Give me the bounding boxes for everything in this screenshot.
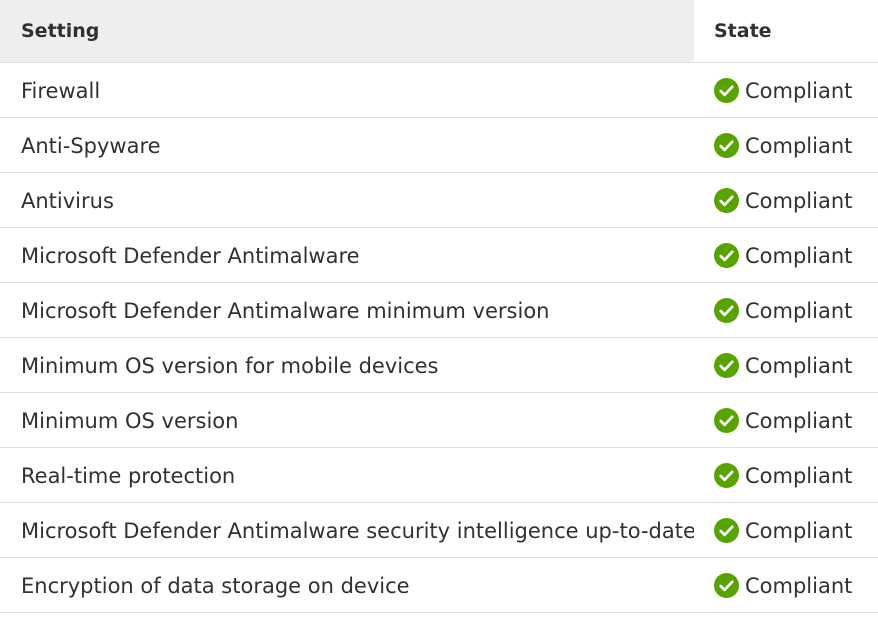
table-row: Real-time protection Compliant [0, 448, 878, 503]
setting-name: Minimum OS version for mobile devices [21, 353, 439, 378]
table-row: Firewall Compliant [0, 63, 878, 118]
setting-name: Real-time protection [21, 463, 236, 488]
state-cell: Compliant [694, 573, 878, 598]
table-row: Microsoft Defender Antimalware security … [0, 503, 878, 558]
state-cell: Compliant [694, 298, 878, 323]
status-text: Compliant [745, 573, 853, 598]
check-circle-icon [714, 573, 739, 598]
table-row: Antivirus Compliant [0, 173, 878, 228]
status-text: Compliant [745, 133, 853, 158]
state-cell: Compliant [694, 518, 878, 543]
column-header-setting[interactable]: Setting [0, 0, 694, 62]
status-text: Compliant [745, 243, 853, 268]
setting-name: Microsoft Defender Antimalware security … [21, 518, 694, 543]
table-row: Minimum OS version for mobile devices Co… [0, 338, 878, 393]
status-text: Compliant [745, 188, 853, 213]
table-row: Microsoft Defender Antimalware Compliant [0, 228, 878, 283]
column-header-state[interactable]: State [694, 0, 878, 62]
state-cell: Compliant [694, 408, 878, 433]
check-circle-icon [714, 133, 739, 158]
compliance-settings-table: Setting State Firewall Compliant Anti-Sp… [0, 0, 878, 613]
setting-name: Microsoft Defender Antimalware minimum v… [21, 298, 550, 323]
setting-name: Encryption of data storage on device [21, 573, 410, 598]
status-text: Compliant [745, 298, 853, 323]
status-text: Compliant [745, 78, 853, 103]
setting-name: Firewall [21, 78, 101, 103]
table-row: Minimum OS version Compliant [0, 393, 878, 448]
setting-name: Anti-Spyware [21, 133, 161, 158]
state-cell: Compliant [694, 133, 878, 158]
setting-name: Microsoft Defender Antimalware [21, 243, 360, 268]
setting-name: Minimum OS version [21, 408, 239, 433]
status-text: Compliant [745, 408, 853, 433]
check-circle-icon [714, 353, 739, 378]
status-text: Compliant [745, 353, 853, 378]
check-circle-icon [714, 243, 739, 268]
check-circle-icon [714, 78, 739, 103]
check-circle-icon [714, 518, 739, 543]
setting-name: Antivirus [21, 188, 114, 213]
check-circle-icon [714, 188, 739, 213]
state-cell: Compliant [694, 243, 878, 268]
state-cell: Compliant [694, 78, 878, 103]
table-row: Microsoft Defender Antimalware minimum v… [0, 283, 878, 338]
state-cell: Compliant [694, 188, 878, 213]
check-circle-icon [714, 408, 739, 433]
state-cell: Compliant [694, 463, 878, 488]
status-text: Compliant [745, 463, 853, 488]
table-row: Encryption of data storage on device Com… [0, 558, 878, 613]
table-row: Anti-Spyware Compliant [0, 118, 878, 173]
status-text: Compliant [745, 518, 853, 543]
state-cell: Compliant [694, 353, 878, 378]
check-circle-icon [714, 298, 739, 323]
table-header: Setting State [0, 0, 878, 63]
check-circle-icon [714, 463, 739, 488]
